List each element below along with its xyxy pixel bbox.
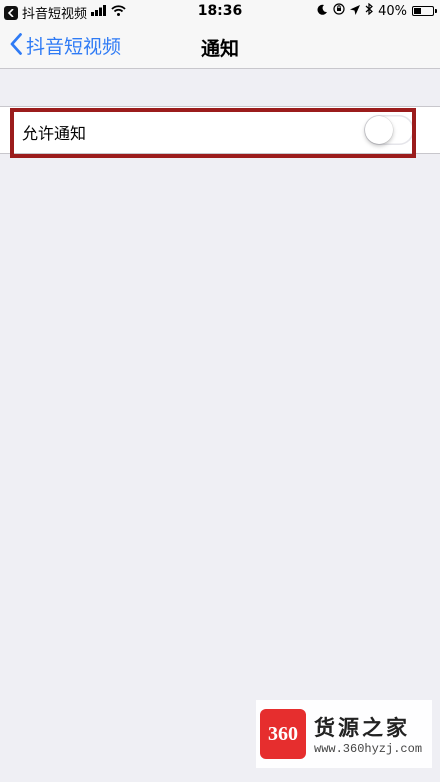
do-not-disturb-moon-icon	[317, 4, 328, 19]
battery-fill	[414, 8, 421, 14]
status-right: 40%	[317, 2, 437, 19]
watermark-url: www.360hyzj.com	[314, 742, 423, 756]
bluetooth-icon	[365, 2, 374, 19]
watermark-text: 货源之家 www.360hyzj.com	[314, 712, 422, 756]
allow-notifications-toggle[interactable]	[364, 115, 414, 145]
watermark-title: 货源之家	[314, 716, 410, 740]
allow-notifications-label: 允许通知	[22, 124, 87, 143]
watermark-logo: 360	[260, 709, 306, 759]
orientation-lock-icon	[333, 3, 345, 19]
status-bar: 抖音短视频 18:36 40%	[0, 0, 440, 24]
navigation-bar: 抖音短视频 通知	[0, 24, 440, 69]
allow-notifications-cell[interactable]: 允许通知	[0, 106, 440, 154]
watermark: 360 货源之家 www.360hyzj.com	[256, 700, 432, 768]
battery-icon	[412, 6, 437, 16]
location-arrow-icon	[350, 4, 361, 19]
toggle-knob	[365, 116, 393, 144]
page-title: 通知	[200, 38, 239, 60]
battery-percent: 40%	[378, 3, 407, 19]
